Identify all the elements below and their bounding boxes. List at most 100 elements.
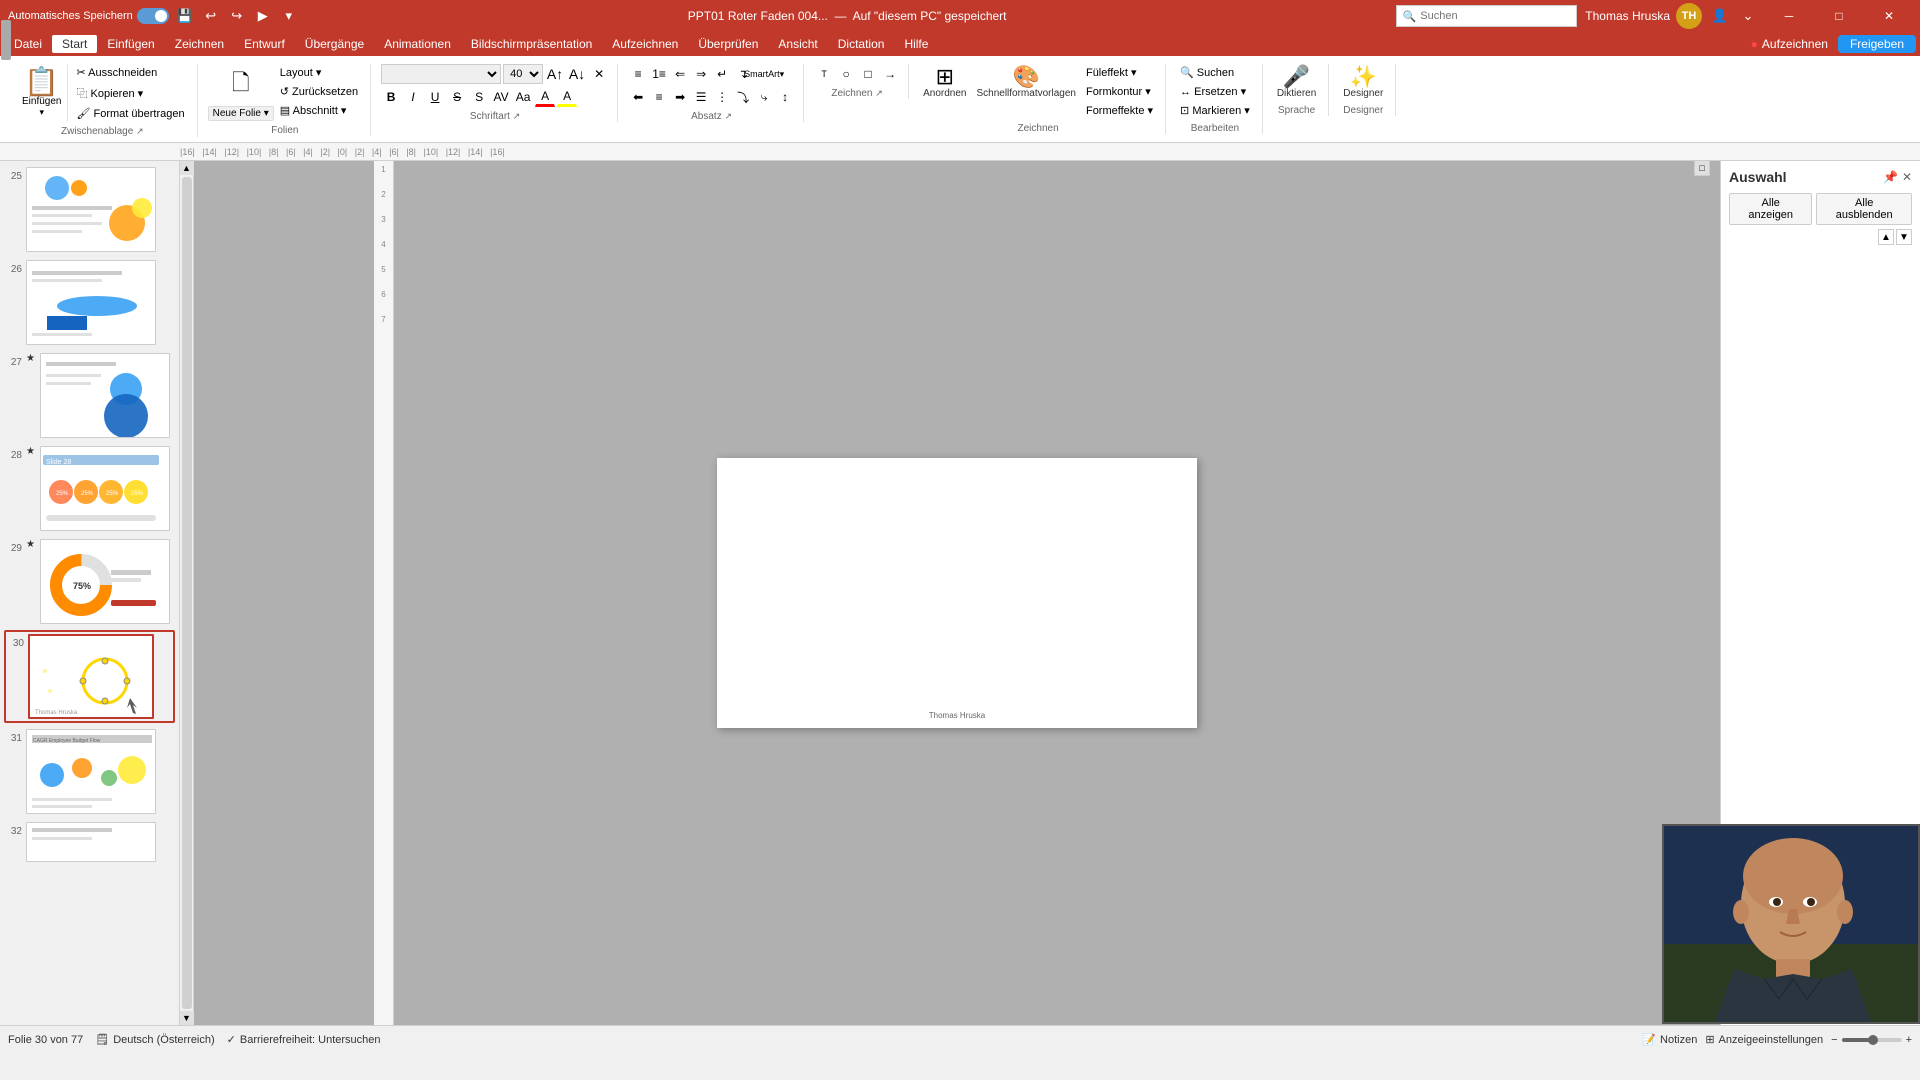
text-dir-btn[interactable]: ⤵ — [733, 87, 753, 107]
bold-button[interactable]: B — [381, 87, 401, 107]
slide-panel[interactable]: 25 26 — [0, 161, 180, 1025]
menu-einfuegen[interactable]: Einfügen — [97, 35, 164, 53]
underline-button[interactable]: U — [425, 87, 445, 107]
align-left-btn[interactable]: ⬅ — [628, 87, 648, 107]
find-button[interactable]: 🔍 Suchen — [1176, 64, 1254, 81]
shape-btn[interactable]: ○ — [836, 64, 856, 84]
minimize-button[interactable]: ─ — [1766, 0, 1812, 32]
panel-pin-btn[interactable]: 📌 — [1883, 170, 1898, 184]
text-align-btn[interactable]: ⤷ — [754, 87, 774, 107]
qat-dropdown-icon[interactable]: ▾ — [279, 6, 299, 26]
highlight-btn[interactable]: A — [557, 87, 577, 107]
slide-thumb-28[interactable]: Slide 28 25% 25% 25% 25% — [40, 446, 170, 531]
accessibility-status[interactable]: ✓ Barrierefreiheit: Untersuchen — [227, 1033, 381, 1046]
font-decrease-btn[interactable]: A↓ — [567, 64, 587, 84]
close-button[interactable]: ✕ — [1866, 0, 1912, 32]
cut-button[interactable]: ✂ Ausschneiden — [72, 64, 188, 81]
zoom-slider[interactable] — [1842, 1038, 1902, 1042]
reset-button[interactable]: ↺ Zurücksetzen — [276, 83, 362, 100]
columns-btn[interactable]: ⋮ — [712, 87, 732, 107]
slide-item[interactable]: 32 — [4, 820, 175, 864]
numbered-list-btn[interactable]: 1≡ — [649, 64, 669, 84]
autosave-toggle[interactable] — [137, 8, 169, 24]
slide-item[interactable]: 28 ★ Slide 28 25% 25% 25% 25% — [4, 444, 175, 533]
user-avatar[interactable]: TH — [1676, 3, 1702, 29]
case-btn[interactable]: Aa — [513, 87, 533, 107]
format-copy-button[interactable]: 🖌 Format übertragen — [72, 105, 188, 122]
char-spacing-btn[interactable]: AV — [491, 87, 511, 107]
new-slide-dropdown[interactable]: Neue Folie ▾ — [208, 106, 274, 121]
menu-aufzeichnen-right[interactable]: ● Aufzeichnen — [1741, 35, 1838, 53]
slide-thumb-26[interactable] — [26, 260, 156, 345]
ribbon-collapse-icon[interactable]: ⌄ — [1738, 6, 1758, 26]
save-icon[interactable]: 💾 — [175, 6, 195, 26]
font-family-select[interactable] — [381, 64, 501, 84]
italic-button[interactable]: I — [403, 87, 423, 107]
slide-thumb-32[interactable] — [26, 822, 156, 862]
zoom-plus-btn[interactable]: + — [1906, 1034, 1912, 1046]
zoom-minus-btn[interactable]: − — [1831, 1034, 1837, 1046]
new-slide-top[interactable]: 🗋 — [226, 64, 256, 106]
slide-thumb-27[interactable] — [40, 353, 170, 438]
font-color-btn[interactable]: A — [535, 87, 555, 107]
rect-btn[interactable]: □ — [858, 64, 878, 84]
menu-bildschirmpraesentaion[interactable]: Bildschirmpräsentation — [461, 35, 602, 53]
slide-canvas[interactable]: Thomas Hruska — [717, 458, 1197, 728]
slide-item[interactable]: 31 CAGR Employee Budget Flow — [4, 727, 175, 816]
font-size-select[interactable]: 40 — [503, 64, 543, 84]
menu-ansicht[interactable]: Ansicht — [768, 35, 827, 53]
menu-freigeben[interactable]: Freigeben — [1838, 35, 1916, 53]
quickstyle-button[interactable]: 🎨 Schnellformat­vorlagen — [972, 64, 1080, 101]
scroll-up-btn[interactable]: ▲ — [180, 161, 194, 175]
clipboard-expand[interactable]: ↗ — [136, 126, 144, 136]
redo-icon[interactable]: ↪ — [227, 6, 247, 26]
hide-all-button[interactable]: Alle ausblenden — [1816, 193, 1912, 225]
slide-item-active[interactable]: 30 Thomas Hruska — [4, 630, 175, 723]
slide-thumb-31[interactable]: CAGR Employee Budget Flow — [26, 729, 156, 814]
slide-item[interactable]: 26 — [4, 258, 175, 347]
search-box[interactable]: 🔍 — [1396, 5, 1578, 27]
slide-thumb-30[interactable]: Thomas Hruska — [28, 634, 154, 719]
smartart-btn[interactable]: SmartArt▾ — [754, 64, 774, 84]
indent-decrease-btn[interactable]: ⇐ — [670, 64, 690, 84]
arrange-button[interactable]: ⊞ Anordnen — [919, 64, 970, 101]
fill-btn[interactable]: Füleffekt ▾ — [1082, 64, 1157, 81]
dictate-button[interactable]: 🎤 Diktieren — [1273, 64, 1320, 101]
menu-aufzeichnen[interactable]: Aufzeichnen — [602, 35, 688, 53]
font-expand[interactable]: ↗ — [513, 111, 521, 121]
menu-start[interactable]: Start — [52, 35, 97, 53]
menu-zeichnen[interactable]: Zeichnen — [165, 35, 234, 53]
designer-button[interactable]: ✨ Designer — [1339, 64, 1387, 101]
view-settings-button[interactable]: ⊞ Anzeigeeinstellungen — [1705, 1033, 1823, 1046]
select-button[interactable]: ⊡ Markieren ▾ — [1176, 102, 1254, 119]
scroll-thumb[interactable] — [1, 20, 11, 60]
show-all-button[interactable]: Alle anzeigen — [1729, 193, 1812, 225]
slide-item[interactable]: 25 — [4, 165, 175, 254]
outline-btn[interactable]: Formkontur ▾ — [1082, 83, 1157, 100]
strikethrough-button[interactable]: S — [447, 87, 467, 107]
clear-format-btn[interactable]: ✕ — [589, 64, 609, 84]
paste-dropdown[interactable]: ▾ — [39, 107, 44, 118]
replace-button[interactable]: ↔ Ersetzen ▾ — [1176, 83, 1254, 100]
menu-entwurf[interactable]: Entwurf — [234, 35, 295, 53]
align-right-btn[interactable]: ➡ — [670, 87, 690, 107]
undo-icon[interactable]: ↩ — [201, 6, 221, 26]
shadow-button[interactable]: S — [469, 87, 489, 107]
slide-thumb-29[interactable]: 75% — [40, 539, 170, 624]
menu-animationen[interactable]: Animationen — [374, 35, 461, 53]
drawing-expand[interactable]: ↗ — [875, 88, 883, 98]
zoom-thumb[interactable] — [1868, 1035, 1878, 1045]
scroll-down-btn[interactable]: ▼ — [180, 1011, 194, 1025]
effect-btn[interactable]: Formeffekte ▾ — [1082, 102, 1157, 119]
section-button[interactable]: ▤ Abschnitt ▾ — [276, 102, 362, 119]
paste-button[interactable]: 📋 Einfügen ▾ — [16, 64, 68, 122]
rtl-btn[interactable]: ↵ — [712, 64, 732, 84]
present-icon[interactable]: ▶ — [253, 6, 273, 26]
search-input[interactable] — [1420, 10, 1570, 22]
paragraph-expand[interactable]: ↗ — [725, 111, 733, 121]
align-center-btn[interactable]: ≡ — [649, 87, 669, 107]
menu-ueberpruefen[interactable]: Überprüfen — [688, 35, 768, 53]
notes-button[interactable]: 📝 Notizen — [1642, 1033, 1697, 1046]
panel-up-btn[interactable]: ▲ — [1878, 229, 1894, 245]
slide-item[interactable]: 29 ★ 75% — [4, 537, 175, 626]
